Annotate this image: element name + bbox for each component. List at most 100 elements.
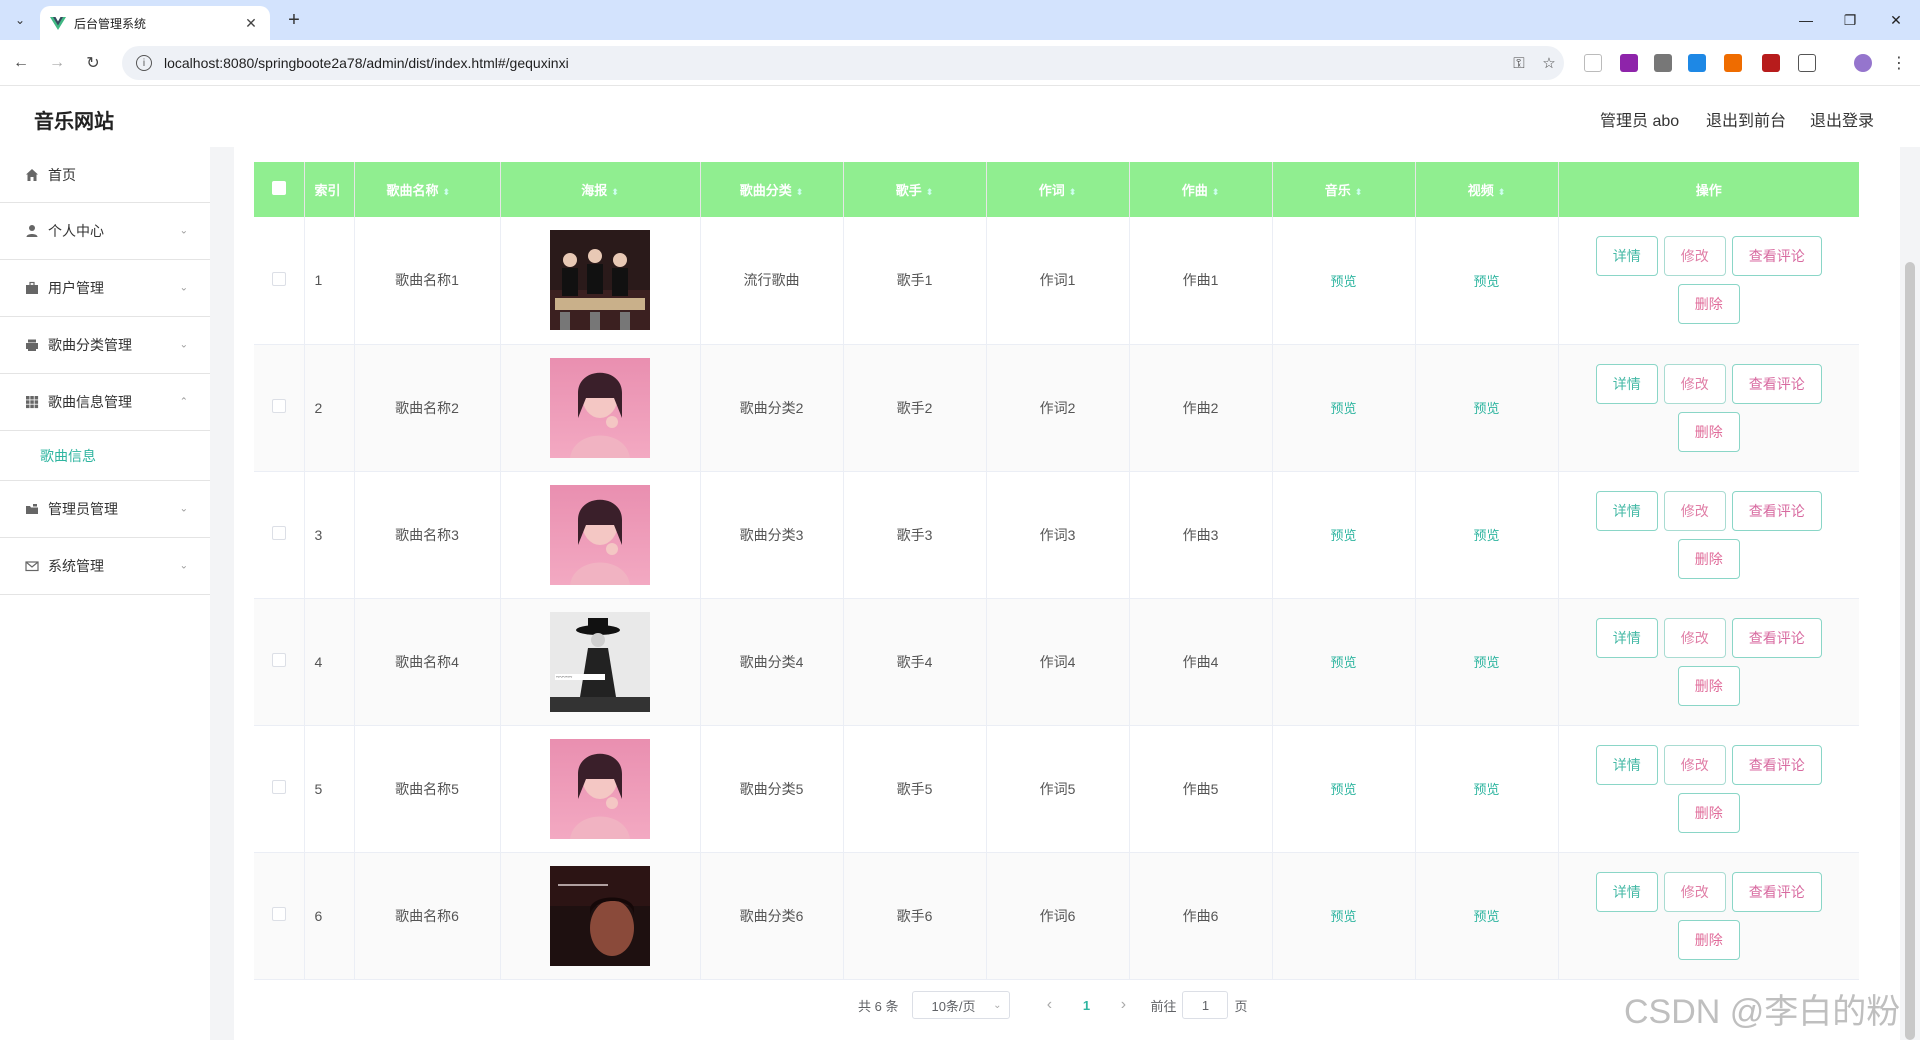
browser-tab[interactable]: 后台管理系统 ✕ [40, 6, 270, 40]
next-page-button[interactable]: › [1108, 996, 1138, 1014]
delete-button[interactable]: 删除 [1677, 411, 1740, 452]
sort-icon[interactable]: ⬍ [1498, 187, 1506, 197]
back-button[interactable]: ← [8, 50, 34, 76]
music-preview-link[interactable]: 预览 [1330, 274, 1356, 289]
detail-button[interactable]: 详情 [1595, 871, 1658, 912]
music-preview-link[interactable]: 预览 [1330, 401, 1356, 416]
column-header-singer[interactable]: 歌手 ⬍ [843, 162, 987, 217]
band-poster[interactable] [550, 230, 650, 331]
sidebar-subitem-song-info[interactable]: 歌曲信息 [0, 431, 210, 481]
extension-layers-icon[interactable] [1688, 54, 1706, 72]
address-bar[interactable]: i localhost:8080/springboote2a78/admin/d… [122, 46, 1564, 80]
view-comments-button[interactable]: 查看评论 [1731, 744, 1822, 785]
column-header-poster[interactable]: 海报 ⬍ [500, 162, 701, 217]
video-preview-link[interactable]: 预览 [1473, 401, 1499, 416]
extensions-puzzle-icon[interactable] [1798, 54, 1816, 72]
column-header-video[interactable]: 视频 ⬍ [1415, 162, 1559, 217]
column-header-category[interactable]: 歌曲分类 ⬍ [700, 162, 844, 217]
row-checkbox[interactable] [254, 598, 305, 726]
tab-search-button[interactable]: ⌄ [8, 8, 32, 32]
sidebar-item-users[interactable]: 用户管理 ⌄ [0, 260, 210, 317]
sidebar-item-home[interactable]: 首页 [0, 147, 210, 203]
music-preview-link[interactable]: 预览 [1330, 528, 1356, 543]
view-comments-button[interactable]: 查看评论 [1731, 490, 1822, 531]
delete-button[interactable]: 删除 [1677, 665, 1740, 706]
browser-menu-icon[interactable]: ⋮ [1886, 50, 1912, 76]
pink-portrait-poster[interactable] [550, 357, 650, 458]
sort-icon[interactable]: ⬍ [796, 187, 804, 197]
reload-button[interactable]: ↻ [80, 50, 106, 76]
logout-link[interactable]: 退出登录 [1810, 107, 1874, 131]
video-preview-link[interactable]: 预览 [1473, 655, 1499, 670]
bookmark-star-icon[interactable]: ☆ [1534, 54, 1564, 72]
view-comments-button[interactable]: 查看评论 [1731, 617, 1822, 658]
music-preview-link[interactable]: 预览 [1330, 909, 1356, 924]
sidebar-item-profile[interactable]: 个人中心 ⌄ [0, 203, 210, 260]
detail-button[interactable]: 详情 [1595, 744, 1658, 785]
delete-button[interactable]: 删除 [1677, 284, 1740, 325]
sidebar-item-song-categories[interactable]: 歌曲分类管理 ⌄ [0, 317, 210, 374]
goto-page-input[interactable] [1182, 991, 1229, 1019]
page-number-button[interactable]: 1 [1064, 998, 1108, 1013]
edit-button[interactable]: 修改 [1663, 490, 1726, 531]
music-preview-link[interactable]: 预览 [1330, 782, 1356, 797]
dark-portrait-poster[interactable] [550, 865, 650, 966]
row-checkbox[interactable] [254, 217, 305, 345]
url-text[interactable]: localhost:8080/springboote2a78/admin/dis… [164, 55, 1504, 71]
row-checkbox[interactable] [254, 852, 305, 980]
delete-button[interactable]: 删除 [1677, 538, 1740, 579]
sidebar-item-system[interactable]: 系统管理 ⌄ [0, 538, 210, 595]
edit-button[interactable]: 修改 [1663, 871, 1726, 912]
select-all-checkbox[interactable] [254, 162, 305, 217]
detail-button[interactable]: 详情 [1595, 617, 1658, 658]
video-preview-link[interactable]: 预览 [1473, 274, 1499, 289]
view-comments-button[interactable]: 查看评论 [1731, 236, 1822, 277]
close-window-button[interactable]: ✕ [1876, 8, 1916, 32]
view-comments-button[interactable]: 查看评论 [1731, 363, 1822, 404]
video-preview-link[interactable]: 预览 [1473, 782, 1499, 797]
pink-portrait-poster[interactable] [550, 484, 650, 585]
site-info-icon[interactable]: i [136, 55, 152, 71]
extension-orange-icon[interactable] [1724, 54, 1742, 72]
video-preview-link[interactable]: 预览 [1473, 528, 1499, 543]
profile-avatar-icon[interactable] [1854, 54, 1872, 72]
sort-icon[interactable]: ⬍ [443, 187, 451, 197]
sort-icon[interactable]: ⬍ [926, 187, 934, 197]
sort-icon[interactable]: ⬍ [611, 187, 619, 197]
new-tab-button[interactable]: + [282, 8, 306, 32]
extension-cursor-icon[interactable] [1584, 54, 1602, 72]
edit-button[interactable]: 修改 [1663, 363, 1726, 404]
delete-button[interactable]: 删除 [1677, 792, 1740, 833]
password-key-icon[interactable]: ⚿ [1504, 55, 1534, 72]
edit-button[interactable]: 修改 [1663, 236, 1726, 277]
detail-button[interactable]: 详情 [1595, 363, 1658, 404]
delete-button[interactable]: 删除 [1677, 919, 1740, 960]
row-checkbox[interactable] [254, 344, 305, 472]
minimize-button[interactable]: — [1786, 8, 1826, 32]
restore-button[interactable]: ❐ [1830, 8, 1870, 32]
row-checkbox[interactable] [254, 471, 305, 599]
exit-to-front-link[interactable]: 退出到前台 [1706, 107, 1786, 131]
hat-figure-poster[interactable]: ~~~~~ [550, 611, 650, 712]
sidebar-item-song-info[interactable]: 歌曲信息管理 ⌃ [0, 374, 210, 431]
column-header-name[interactable]: 歌曲名称 ⬍ [354, 162, 501, 217]
sort-icon[interactable]: ⬍ [1355, 187, 1363, 197]
detail-button[interactable]: 详情 [1595, 236, 1658, 277]
edit-button[interactable]: 修改 [1663, 744, 1726, 785]
column-header-composer[interactable]: 作曲 ⬍ [1129, 162, 1273, 217]
music-preview-link[interactable]: 预览 [1330, 655, 1356, 670]
video-preview-link[interactable]: 预览 [1473, 909, 1499, 924]
page-scrollbar[interactable] [1905, 262, 1915, 1040]
extension-purple-icon[interactable] [1620, 54, 1638, 72]
prev-page-button[interactable]: ‹ [1034, 996, 1064, 1014]
row-checkbox[interactable] [254, 725, 305, 853]
sort-icon[interactable]: ⬍ [1069, 187, 1077, 197]
detail-button[interactable]: 详情 [1595, 490, 1658, 531]
edit-button[interactable]: 修改 [1663, 617, 1726, 658]
pink-portrait-poster[interactable] [550, 738, 650, 839]
forward-button[interactable]: → [44, 50, 70, 76]
page-size-select[interactable]: 10条/页 ⌄ [912, 991, 1011, 1019]
column-header-music[interactable]: 音乐 ⬍ [1272, 162, 1416, 217]
view-comments-button[interactable]: 查看评论 [1731, 871, 1822, 912]
extension-shield-icon[interactable] [1762, 54, 1780, 72]
